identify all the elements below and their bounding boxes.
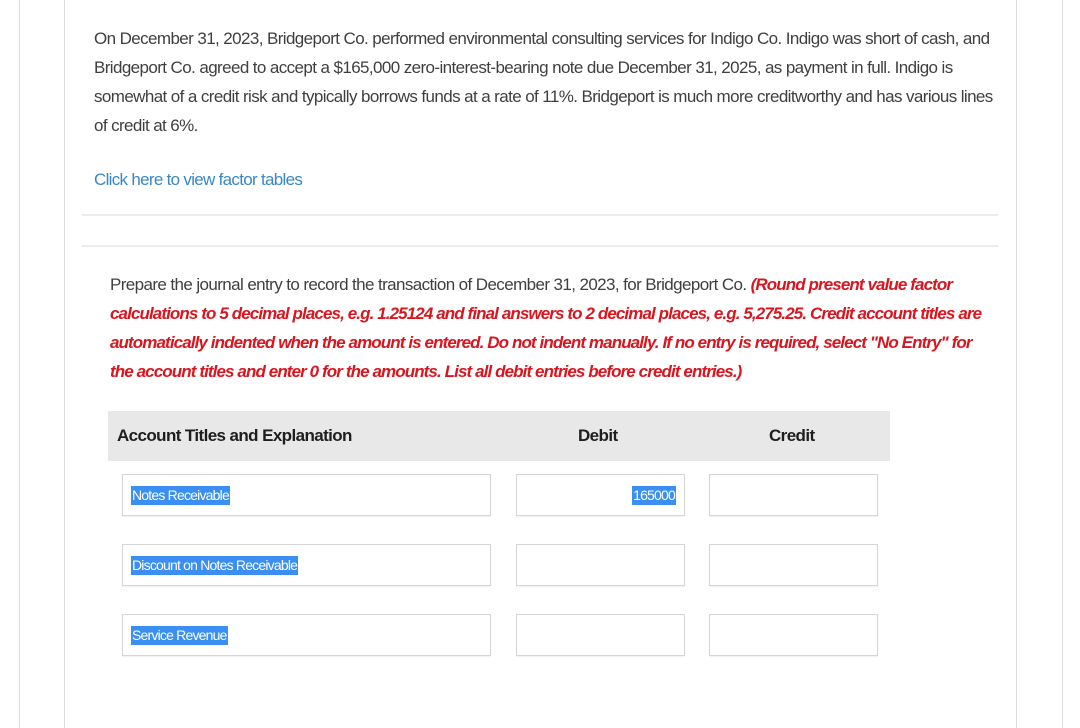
debit-amount-input[interactable] — [516, 614, 685, 656]
header-account-titles: Account Titles and Explanation — [117, 426, 352, 445]
question-instructions: Prepare the journal entry to record the … — [110, 270, 990, 386]
debit-amount-value: 165000 — [632, 486, 676, 505]
header-debit: Debit — [578, 426, 618, 445]
account-title-input[interactable]: Notes Receivable — [122, 474, 491, 516]
credit-amount-input[interactable] — [709, 614, 878, 656]
account-title-value: Notes Receivable — [131, 486, 230, 505]
section-divider-bottom — [82, 245, 998, 247]
factor-tables-link[interactable]: Click here to view factor tables — [94, 170, 303, 190]
journal-row: Notes Receivable 165000 — [108, 474, 890, 518]
account-title-value: Discount on Notes Receivable — [131, 556, 299, 575]
credit-amount-input[interactable] — [709, 474, 878, 516]
problem-statement: On December 31, 2023, Bridgeport Co. per… — [94, 29, 993, 135]
page-border-right-inner — [1016, 0, 1017, 728]
page-border-left-outer — [19, 0, 20, 728]
instructions-lead: Prepare the journal entry to record the … — [110, 275, 751, 294]
journal-table-header: Account Titles and Explanation Debit Cre… — [108, 411, 890, 461]
section-divider-top — [82, 214, 998, 216]
journal-entry-table: Account Titles and Explanation Debit Cre… — [108, 411, 890, 656]
header-credit: Credit — [769, 426, 815, 445]
page-border-right-outer — [1062, 0, 1063, 728]
debit-amount-input[interactable]: 165000 — [516, 474, 685, 516]
journal-row: Service Revenue — [108, 614, 890, 658]
account-title-value: Service Revenue — [131, 626, 228, 645]
journal-row: Discount on Notes Receivable — [108, 544, 890, 588]
debit-amount-input[interactable] — [516, 544, 685, 586]
account-title-input[interactable]: Service Revenue — [122, 614, 491, 656]
page-border-left-inner — [64, 0, 65, 728]
credit-amount-input[interactable] — [709, 544, 878, 586]
account-title-input[interactable]: Discount on Notes Receivable — [122, 544, 491, 586]
